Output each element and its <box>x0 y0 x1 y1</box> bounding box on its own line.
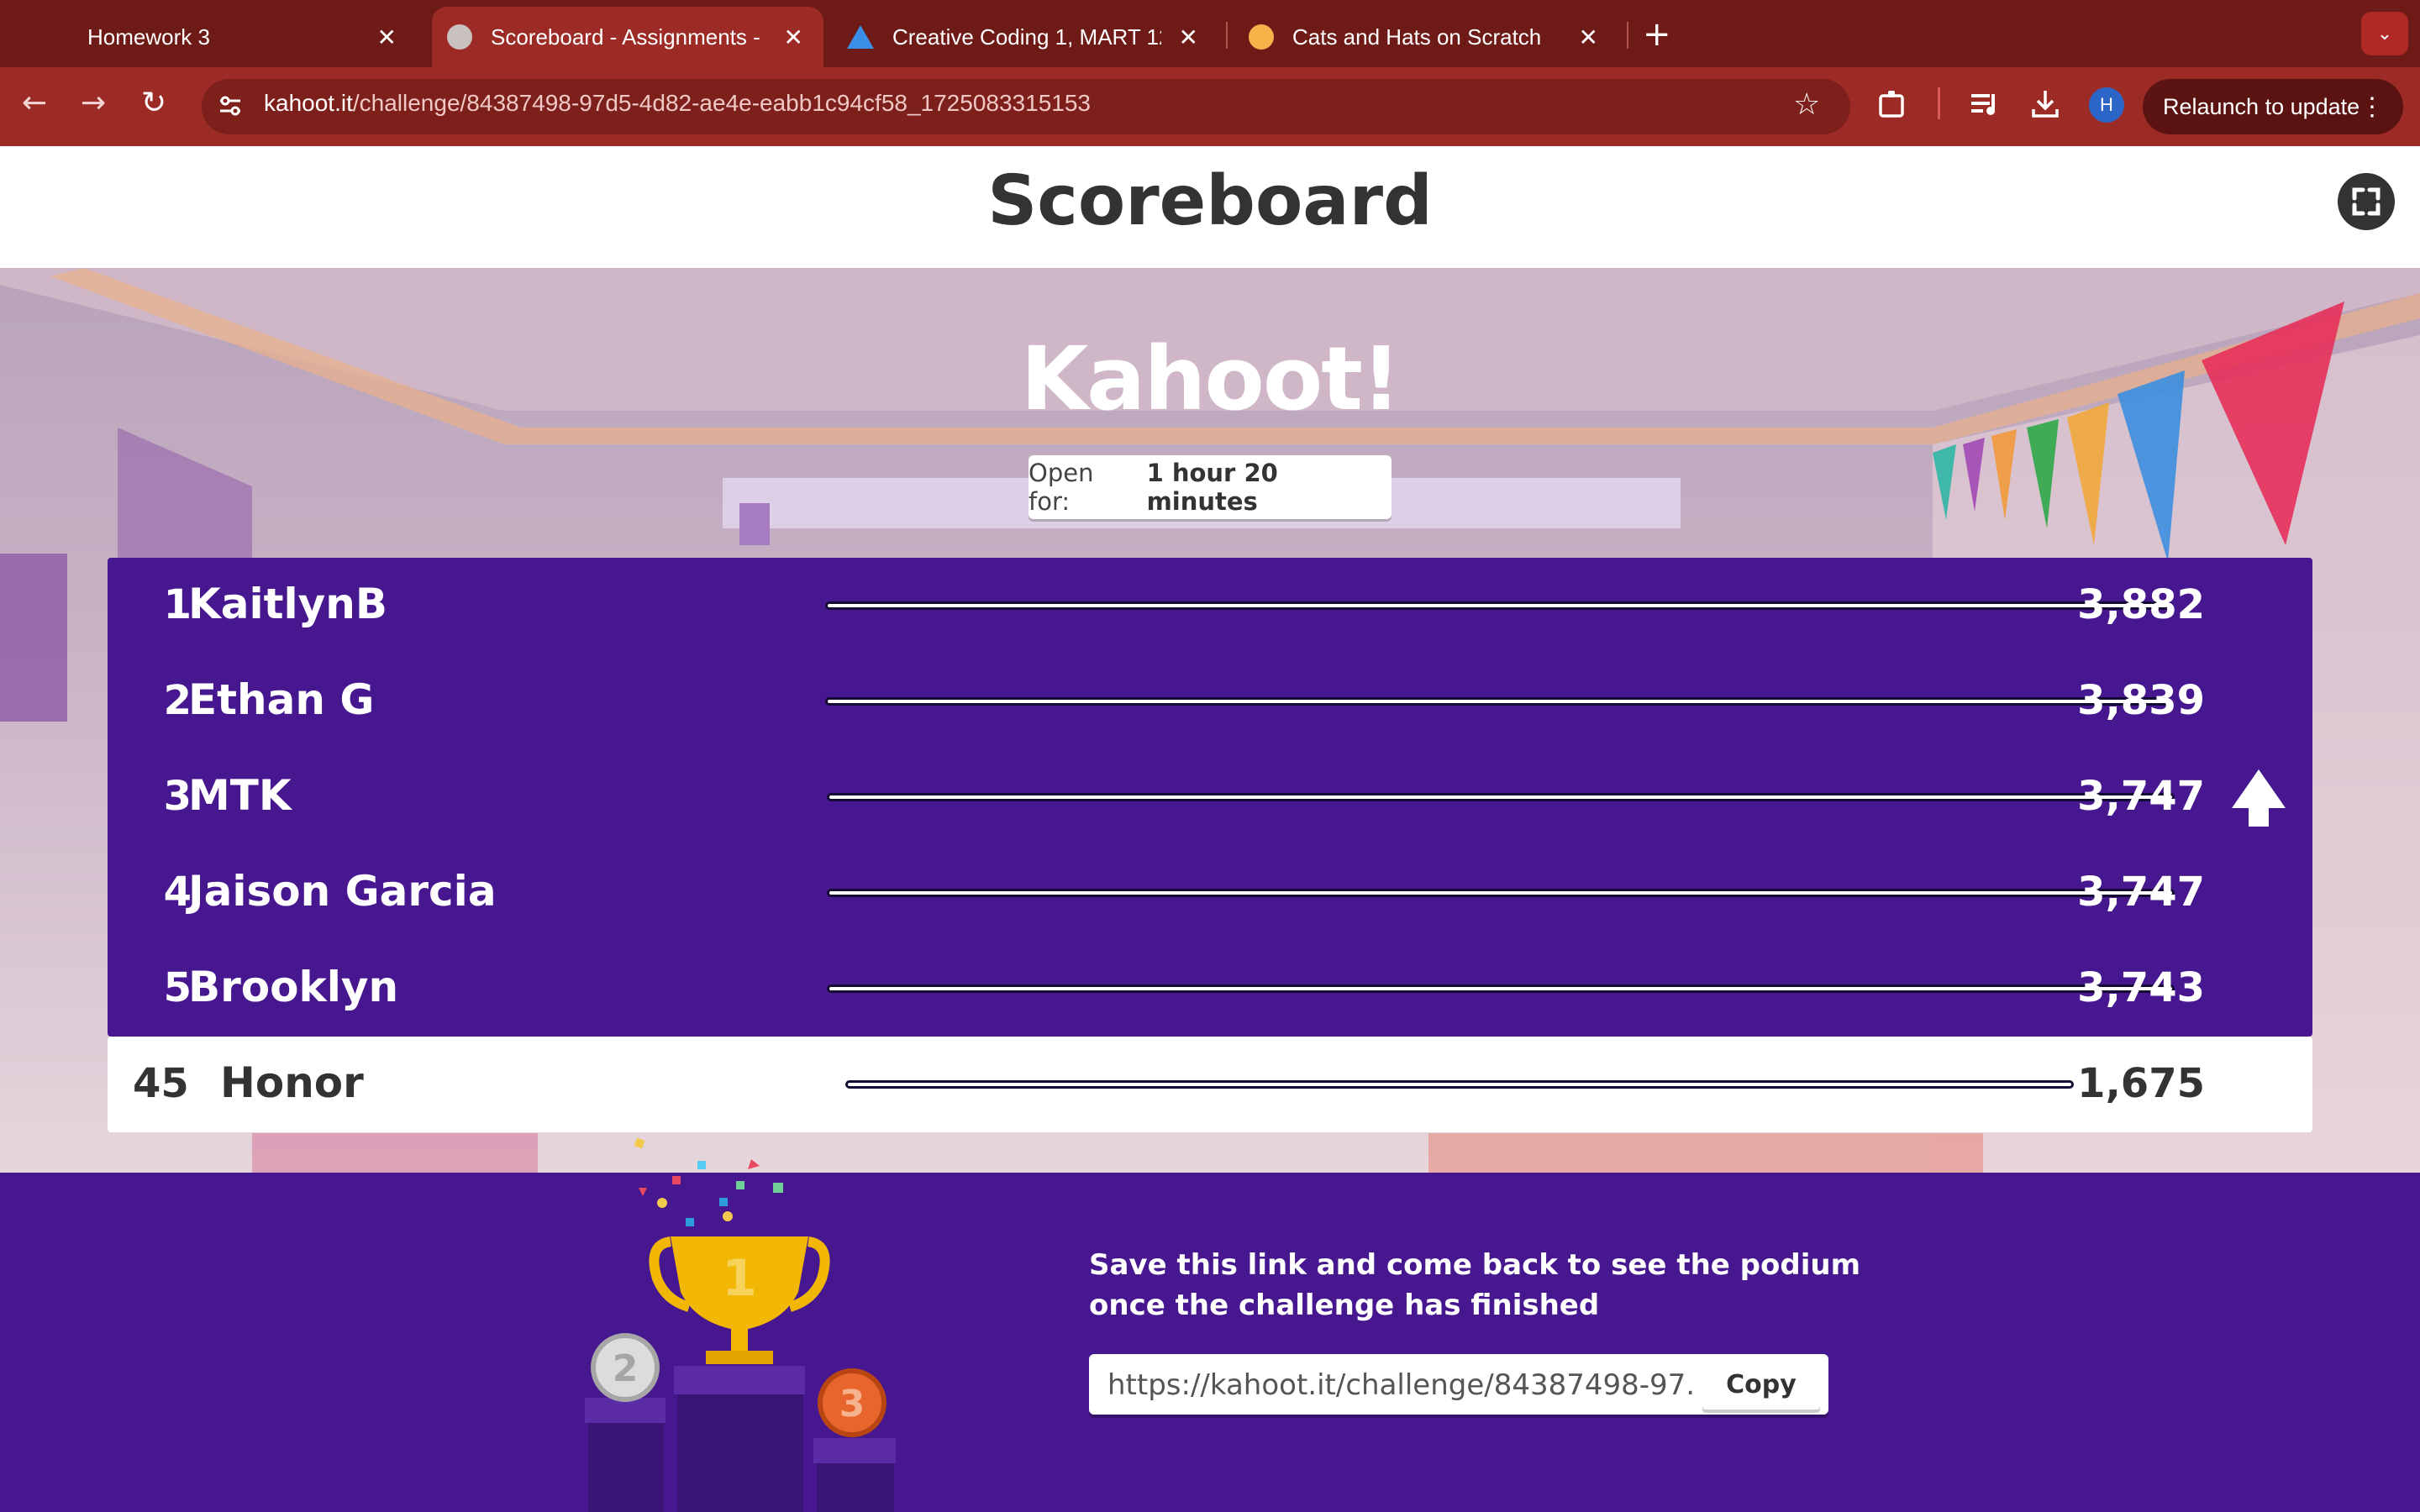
player-name: Ethan G <box>188 675 375 724</box>
leaderboard-row: 4 Jaison Garcia 3,747 <box>108 845 2312 941</box>
leaderboard-row: 2 Ethan G 3,839 <box>108 654 2312 749</box>
third-place-number: 3 <box>839 1383 865 1425</box>
current-player-row: 45 Honor 1,675 <box>108 1037 2312 1132</box>
second-place-number: 2 <box>613 1347 639 1390</box>
podium-trophy-illustration: 2 3 1 <box>585 1137 896 1512</box>
chevron-down-icon[interactable]: ⌄ <box>2361 12 2408 55</box>
toolbar-divider <box>1938 87 1940 119</box>
profile-avatar[interactable]: H <box>2089 87 2124 123</box>
player-rank: 4 <box>163 869 192 916</box>
tab-scratch[interactable]: Cats and Hats on Scratch ✕ <box>1232 7 1618 67</box>
close-icon[interactable]: ✕ <box>1179 24 1198 51</box>
tab-separator <box>1226 22 1228 49</box>
download-icon[interactable] <box>2028 87 2062 129</box>
podium-info-panel <box>0 1173 2420 1512</box>
tab-creative-coding[interactable]: Creative Coding 1, MART 120 ✕ <box>832 7 1218 67</box>
tab-separator <box>1627 22 1628 49</box>
tab-homework[interactable]: Homework 3 ✕ <box>47 7 417 67</box>
more-menu-icon[interactable]: ⋮ <box>2360 92 2385 122</box>
tab-title: Scoreboard - Assignments - Kahoot! <box>491 24 760 50</box>
leaderboard-row: 5 Brooklyn 3,743 <box>108 941 2312 1037</box>
globe-icon <box>447 24 472 50</box>
leaderboard-row: 3 MTK 3,747 <box>108 749 2312 845</box>
player-score: 3,839 <box>2077 677 2205 724</box>
open-for-value: 1 hour 20 minutes <box>1146 459 1278 516</box>
player-rank: 45 <box>133 1060 189 1107</box>
score-bar <box>825 697 2171 706</box>
tab-title: Homework 3 <box>87 24 210 50</box>
back-icon[interactable]: ← <box>22 86 47 120</box>
player-score: 1,675 <box>2077 1060 2205 1107</box>
kahoot-logo: Kahoot! <box>1020 328 1402 430</box>
first-place-number: 1 <box>722 1249 757 1308</box>
tab-title: Cats and Hats on Scratch <box>1292 24 1542 50</box>
save-message-line: Save this link and come back to see the … <box>1089 1248 1860 1282</box>
player-name: MTK <box>188 771 292 820</box>
drive-icon <box>847 25 874 49</box>
player-rank: 2 <box>163 677 192 724</box>
player-name: Honor <box>220 1058 364 1107</box>
score-bar <box>845 1080 2074 1089</box>
close-icon[interactable]: ✕ <box>784 24 803 51</box>
score-bar <box>825 601 2170 610</box>
close-icon[interactable]: ✕ <box>1579 24 1598 51</box>
player-name: KaitlynB <box>188 580 387 628</box>
player-name: Jaison Garcia <box>188 867 497 916</box>
url-host: kahoot.it <box>264 90 353 116</box>
save-message-line: once the challenge has finished <box>1089 1289 1600 1322</box>
player-score: 3,747 <box>2077 869 2205 916</box>
leaderboard-row: 1 KaitlynB 3,882 <box>108 558 2312 654</box>
url-text[interactable]: kahoot.it/challenge/84387498-97d5-4d82-a… <box>264 90 1091 117</box>
relaunch-button[interactable]: Relaunch to update ⋮ <box>2143 79 2403 134</box>
open-for-label: Open for: <box>1028 459 1094 516</box>
tab-scoreboard[interactable]: Scoreboard - Assignments - Kahoot! ✕ <box>432 7 823 67</box>
copy-button[interactable]: Copy <box>1702 1359 1820 1410</box>
fullscreen-icon[interactable] <box>2338 173 2395 230</box>
new-tab-icon[interactable]: + <box>1643 15 1671 54</box>
page-title: Scoreboard <box>987 161 1433 241</box>
score-bar <box>827 793 2175 801</box>
relaunch-label: Relaunch to update <box>2163 93 2360 119</box>
player-rank: 1 <box>163 581 192 628</box>
score-bar <box>827 984 2175 993</box>
reload-icon[interactable]: ↻ <box>141 86 166 120</box>
player-score: 3,747 <box>2077 773 2205 820</box>
player-name: Brooklyn <box>188 963 399 1011</box>
scratch-icon <box>1249 24 1274 50</box>
player-rank: 3 <box>163 773 192 820</box>
open-for-badge: Open for: 1 hour 20 minutes <box>1028 455 1392 519</box>
score-bar <box>827 889 2175 897</box>
forward-icon[interactable]: → <box>81 86 106 120</box>
extensions-icon[interactable] <box>1876 87 1909 129</box>
rank-up-arrow-icon <box>2232 769 2286 827</box>
site-info-icon[interactable] <box>215 91 245 121</box>
player-rank: 5 <box>163 964 192 1011</box>
url-path: /challenge/84387498-97d5-4d82-ae4e-eabb1… <box>352 90 1091 116</box>
tab-title: Creative Coding 1, MART 120 <box>892 24 1161 50</box>
player-score: 3,743 <box>2077 964 2205 1011</box>
save-link-message: Save this link and come back to see the … <box>1089 1245 1879 1326</box>
challenge-link-input[interactable] <box>1107 1364 1696 1406</box>
media-control-icon[interactable] <box>1968 87 2002 129</box>
close-icon[interactable]: ✕ <box>377 24 397 51</box>
bookmark-star-icon[interactable]: ☆ <box>1793 87 1820 122</box>
player-score: 3,882 <box>2077 581 2205 628</box>
